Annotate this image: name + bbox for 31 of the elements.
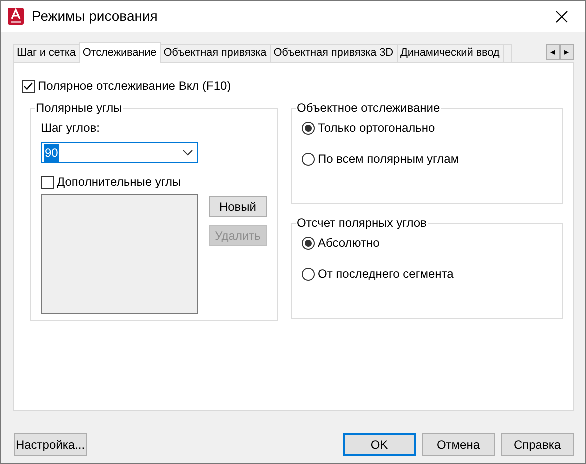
dialog-button[interactable]: Настройка... — [14, 433, 87, 456]
radio-button[interactable] — [302, 236, 315, 250]
close-icon — [556, 10, 568, 22]
chevron-down-icon — [183, 150, 193, 156]
dialog-button[interactable]: Справка — [501, 433, 574, 456]
radio-button[interactable] — [302, 122, 315, 134]
dialog-button[interactable]: Отмена — [422, 433, 495, 456]
app-icon — [8, 8, 24, 25]
checkbox-label[interactable]: Полярное отслеживание Вкл (F10) — [38, 77, 232, 95]
tab[interactable]: Шаг и сетка — [13, 44, 80, 62]
scroll-right-button[interactable]: ▸ — [560, 44, 574, 60]
radio-button[interactable] — [302, 152, 315, 166]
window-title: Режимы рисования — [32, 7, 158, 26]
radio-label[interactable]: Только ортогонально — [318, 119, 436, 137]
angle-dropdown[interactable]: 90 — [41, 142, 198, 163]
checkbox-label[interactable]: Дополнительные углы — [57, 173, 182, 191]
radio-label[interactable]: От последнего сегмента — [318, 265, 454, 283]
group-title: Полярные углы — [35, 101, 124, 115]
checkbox[interactable] — [22, 80, 35, 92]
tab[interactable]: Отслеживание — [78, 42, 161, 63]
angles-list[interactable] — [41, 194, 198, 314]
group-title: Отсчет полярных углов — [296, 216, 428, 230]
field-label: Шаг углов: — [41, 120, 102, 137]
checkbox[interactable] — [41, 176, 54, 188]
radio-button[interactable] — [302, 268, 315, 280]
radio-label[interactable]: По всем полярным углам — [318, 150, 460, 168]
group-title: Объектное отслеживание — [296, 101, 442, 115]
new-button[interactable]: Новый — [209, 196, 267, 217]
scroll-left-button[interactable]: ◂ — [546, 44, 560, 60]
radio-label[interactable]: Абсолютно — [318, 234, 380, 252]
dialog-button[interactable]: OK — [343, 433, 416, 456]
